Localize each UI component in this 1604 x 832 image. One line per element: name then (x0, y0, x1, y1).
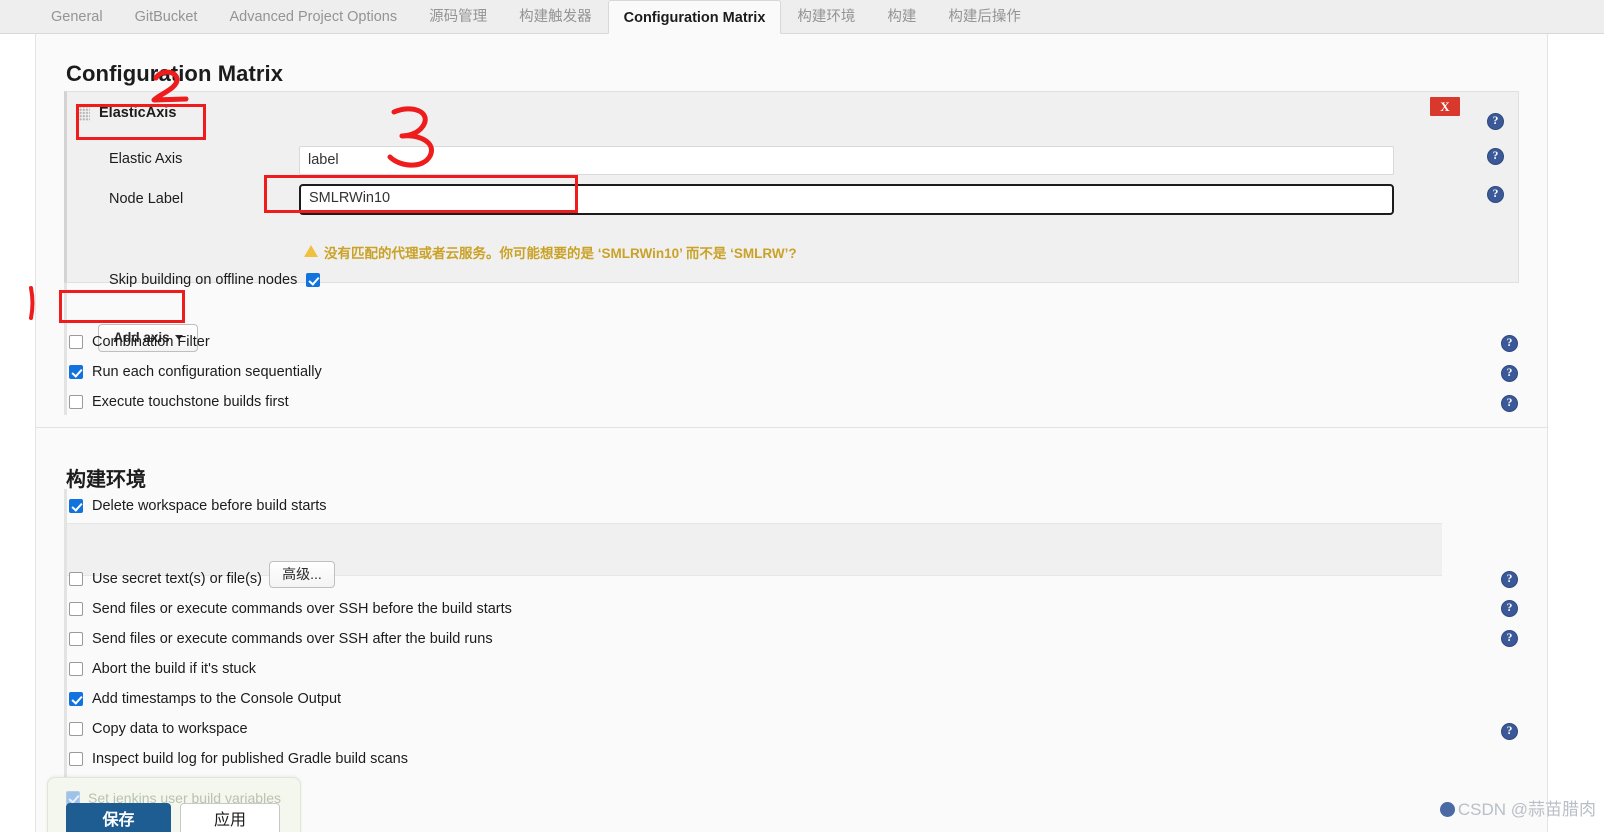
tab-post-build-actions[interactable]: 构建后操作 (932, 0, 1037, 33)
ssh-after-build-label: Send files or execute commands over SSH … (92, 631, 493, 647)
tab-build-environment[interactable]: 构建环境 (781, 0, 871, 33)
floating-save-bar: Set jenkins user build variables 保存 应用 (47, 777, 301, 832)
help-icon-ssh-after-build[interactable]: ? (1501, 630, 1518, 647)
save-button[interactable]: 保存 (66, 803, 171, 832)
option-add-timestamps[interactable]: Add timestamps to the Console Output (69, 691, 341, 707)
option-abort-stuck-build[interactable]: Abort the build if it's stuck (69, 661, 256, 677)
option-combination-filter[interactable]: Combination Filter (69, 334, 210, 350)
tab-build-triggers[interactable]: 构建触发器 (503, 0, 608, 33)
tab-gitbucket[interactable]: GitBucket (119, 0, 214, 33)
option-ssh-after-build[interactable]: Send files or execute commands over SSH … (69, 631, 493, 647)
option-inspect-gradle-scans[interactable]: Inspect build log for published Gradle b… (69, 751, 408, 767)
csdn-logo-icon (1439, 802, 1455, 817)
option-run-sequentially[interactable]: Run each configuration sequentially (69, 364, 322, 380)
page-title: Configuration Matrix (66, 60, 284, 86)
option-ssh-before-build[interactable]: Send files or execute commands over SSH … (69, 601, 512, 617)
drag-handle-icon[interactable] (79, 105, 90, 121)
skip-offline-nodes-label: Skip building on offline nodes (109, 272, 298, 288)
advanced-button[interactable]: 高级... (269, 561, 335, 588)
combination-filter-checkbox[interactable] (69, 335, 83, 349)
help-icon-run-sequentially[interactable]: ? (1501, 365, 1518, 382)
elastic-axis-label: Elastic Axis (109, 151, 183, 167)
help-icon-touchstone-builds[interactable]: ? (1501, 395, 1518, 412)
node-label-warning: 没有匹配的代理或者云服务。你可能想要的是 ‘SMLRWin10’ 而不是 ‘SM… (304, 242, 797, 262)
elastic-axis-panel: ElasticAxis Elastic Axis label Node Labe… (64, 91, 1519, 288)
add-timestamps-checkbox[interactable] (69, 692, 83, 706)
apply-button[interactable]: 应用 (180, 803, 280, 832)
matrix-group-rule (64, 283, 67, 415)
node-label-warning-text: 没有匹配的代理或者云服务。你可能想要的是 ‘SMLRWin10’ 而不是 ‘SM… (324, 246, 797, 261)
delete-workspace-label: Delete workspace before build starts (92, 498, 327, 514)
elastic-axis-row: Elastic Axis label (67, 144, 1518, 180)
run-sequentially-checkbox[interactable] (69, 365, 83, 379)
ssh-before-build-checkbox[interactable] (69, 602, 83, 616)
help-icon-copy-data[interactable]: ? (1501, 723, 1518, 740)
warning-triangle-icon (304, 245, 318, 257)
option-use-secret-text[interactable]: Use secret text(s) or file(s) (69, 571, 262, 587)
help-icon-use-secret-text[interactable]: ? (1501, 571, 1518, 588)
copy-data-checkbox[interactable] (69, 722, 83, 736)
node-label-input[interactable]: SMLRWin10 (299, 184, 1394, 215)
add-timestamps-label: Add timestamps to the Console Output (92, 691, 342, 707)
node-label-row: Node Label SMLRWin10 (67, 184, 1518, 220)
tab-general[interactable]: General (35, 0, 119, 33)
build-environment-title: 构建环境 (66, 468, 146, 491)
ssh-after-build-checkbox[interactable] (69, 632, 83, 646)
ssh-before-build-label: Send files or execute commands over SSH … (92, 601, 512, 617)
touchstone-builds-checkbox[interactable] (69, 395, 83, 409)
config-content-panel: Configuration Matrix ElasticAxis Elastic… (35, 34, 1548, 832)
tab-configuration-matrix[interactable]: Configuration Matrix (607, 0, 782, 34)
node-label-label: Node Label (109, 191, 184, 207)
inspect-gradle-scans-checkbox[interactable] (69, 752, 83, 766)
run-sequentially-label: Run each configuration sequentially (92, 364, 322, 380)
config-tab-bar: General GitBucket Advanced Project Optio… (0, 0, 1604, 34)
help-icon-elastic-axis-panel[interactable]: ? (1487, 113, 1504, 130)
help-icon-node-label-field[interactable]: ? (1487, 186, 1504, 203)
option-delete-workspace[interactable]: Delete workspace before build starts (69, 498, 327, 514)
use-secret-text-checkbox[interactable] (69, 572, 83, 586)
skip-offline-nodes-row[interactable]: Skip building on offline nodes (109, 272, 321, 288)
abort-stuck-build-checkbox[interactable] (69, 662, 83, 676)
elastic-axis-input[interactable]: label (299, 146, 1394, 175)
elastic-axis-title: ElasticAxis (99, 105, 177, 121)
help-icon-elastic-axis-field[interactable]: ? (1487, 148, 1504, 165)
watermark: CSDN @蒜苗腊肉 (1439, 795, 1596, 820)
annotation-mark-1 (29, 286, 35, 320)
help-icon-combination-filter[interactable]: ? (1501, 335, 1518, 352)
combination-filter-label: Combination Filter (92, 334, 210, 350)
tab-source-control[interactable]: 源码管理 (413, 0, 503, 33)
copy-data-label: Copy data to workspace (92, 721, 248, 737)
tab-build[interactable]: 构建 (871, 0, 932, 33)
option-touchstone-builds[interactable]: Execute touchstone builds first (69, 394, 289, 410)
use-secret-text-label: Use secret text(s) or file(s) (92, 571, 262, 587)
elastic-axis-header[interactable]: ElasticAxis (75, 100, 176, 126)
help-icon-ssh-before-build[interactable]: ? (1501, 600, 1518, 617)
section-divider (36, 427, 1547, 428)
abort-stuck-build-label: Abort the build if it's stuck (92, 661, 256, 677)
inspect-gradle-scans-label: Inspect build log for published Gradle b… (92, 751, 408, 767)
touchstone-builds-label: Execute touchstone builds first (92, 394, 289, 410)
skip-offline-nodes-checkbox[interactable] (306, 273, 321, 287)
jenkins-job-config-page: General GitBucket Advanced Project Optio… (0, 0, 1604, 832)
option-copy-data-to-workspace[interactable]: Copy data to workspace (69, 721, 248, 737)
delete-workspace-checkbox[interactable] (69, 499, 83, 513)
watermark-text: CSDN @蒜苗腊肉 (1457, 800, 1596, 819)
delete-axis-button[interactable]: X (1430, 97, 1460, 116)
tab-advanced-project-options[interactable]: Advanced Project Options (213, 0, 413, 33)
